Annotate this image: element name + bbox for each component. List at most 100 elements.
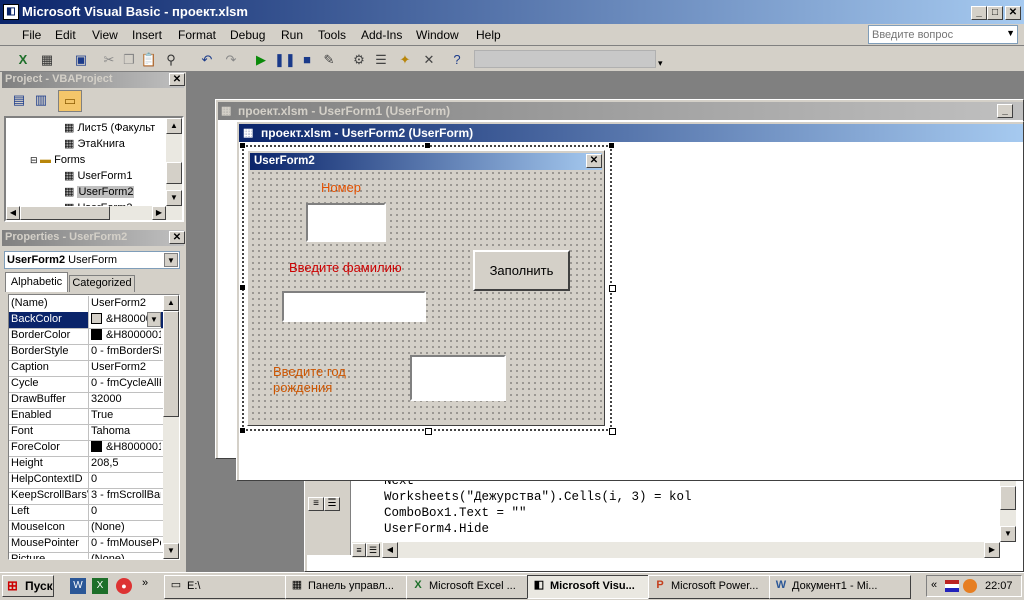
browser-quicklaunch-icon[interactable]: ● [116,578,132,594]
toolbar-overflow-icon[interactable]: ▾ [658,58,663,69]
scroll-right-arrow[interactable]: ▶ [152,206,166,220]
property-value[interactable]: 0 [89,472,161,488]
help-search-input[interactable] [869,26,1005,43]
property-value[interactable]: &H80000012 [89,440,161,456]
find-icon[interactable]: ⚲ [162,51,180,69]
excel-quicklaunch-icon[interactable]: X [92,578,108,594]
chevron-down-icon[interactable]: ▼ [164,253,178,267]
toggle-folders-icon[interactable]: ▭ [58,90,82,112]
property-row[interactable]: HelpContextID 0 [9,472,163,489]
property-row[interactable]: BorderColor&H80000012 [9,328,163,345]
language-flag-icon[interactable] [945,580,959,592]
paste-icon[interactable]: 📋 [140,51,158,69]
tray-app-icon[interactable] [963,579,977,593]
scroll-thumb[interactable] [166,162,182,184]
property-row[interactable]: Enabled True [9,408,163,425]
menu-format[interactable]: Format [178,26,216,44]
property-value[interactable]: UserForm2 [89,296,161,312]
property-grid[interactable]: (Name)UserForm2BackColor&H8000000F▼Borde… [8,294,180,560]
tab-categorized[interactable]: Categorized [69,275,135,292]
userform1-minimize-button[interactable]: _ [997,104,1013,118]
scroll-thumb[interactable] [163,311,179,417]
resize-handle[interactable] [240,285,245,290]
full-module-view-button[interactable]: ☰ [324,497,340,511]
resize-handle[interactable] [240,143,245,148]
run-icon[interactable]: ▶ [252,51,270,69]
start-button[interactable]: ⊞ Пуск [2,575,54,597]
minimize-button[interactable]: _ [971,6,987,20]
tree-item-thisworkbook[interactable]: ▦ ЭтаКнига [64,136,125,152]
property-row[interactable]: KeepScrollBarsVisible3 - fmScrollBarsBot… [9,488,163,505]
property-value[interactable]: True [89,408,161,424]
scroll-up-arrow[interactable]: ▲ [166,118,182,134]
design-mode-icon[interactable]: ✎ [320,51,338,69]
task-word[interactable]: W Документ1 - Mi... [769,575,911,599]
toolbox-icon[interactable]: ✕ [420,51,438,69]
menu-insert[interactable]: Insert [132,26,162,44]
property-value[interactable]: (None) [89,520,161,536]
tree-vertical-scrollbar[interactable]: ▲ ▼ [166,118,182,206]
property-row[interactable]: Picture (None) [9,552,163,559]
excel-view-icon[interactable]: X [14,51,32,69]
property-row[interactable]: Left 0 [9,504,163,521]
full-module-view-button[interactable]: ☰ [366,543,380,557]
property-row[interactable]: BorderStyle0 - fmBorderStyleNone [9,344,163,361]
textbox-number[interactable] [306,203,386,242]
property-value[interactable]: 0 - fmCycleAllForms [89,376,161,392]
scroll-up-arrow[interactable]: ▲ [163,295,179,311]
label-year[interactable]: Введите год рождения [273,364,371,396]
fill-button[interactable]: Заполнить [473,250,570,291]
design-form-close-button[interactable]: ✕ [586,154,602,168]
scroll-down-arrow[interactable]: ▼ [166,190,182,206]
chevron-down-icon[interactable]: ▼ [1006,28,1015,38]
menu-tools[interactable]: Tools [318,26,346,44]
property-grid-scrollbar[interactable]: ▲ ▼ [163,295,179,559]
tree-item-forms[interactable]: ⊟ ▬ Forms [30,152,85,168]
resize-handle[interactable] [425,428,432,435]
collapse-icon[interactable]: ⊟ [30,155,40,165]
menu-file[interactable]: File [22,26,41,44]
property-row[interactable]: Font Tahoma [9,424,163,441]
project-panel-close-button[interactable]: ✕ [169,73,185,86]
break-icon[interactable]: ❚❚ [274,51,296,69]
scroll-thumb[interactable] [20,206,110,220]
property-row[interactable]: ForeColor&H80000012 [9,440,163,457]
cut-icon[interactable]: ✂ [100,51,118,69]
help-icon[interactable]: ? [448,51,466,69]
property-value[interactable]: &H8000000F▼ [89,312,161,328]
vb-app-icon[interactable]: ◧ [3,4,19,20]
property-row[interactable]: (Name) UserForm2 [9,296,163,313]
menu-debug[interactable]: Debug [230,26,265,44]
property-value[interactable]: UserForm2 [89,360,161,376]
scroll-down-arrow[interactable]: ▼ [1000,526,1016,542]
project-explorer-icon[interactable]: ⚙ [350,51,368,69]
tree-item-sheet5[interactable]: ▦ Лист5 (Факульт [64,120,155,136]
resize-handle[interactable] [609,285,616,292]
property-value[interactable]: 0 [89,504,161,520]
save-icon[interactable]: ▣ [72,51,90,69]
menu-add-ins[interactable]: Add-Ins [361,26,402,44]
properties-window-icon[interactable]: ☰ [372,51,390,69]
scroll-left-arrow[interactable]: ◀ [382,542,398,558]
quicklaunch-overflow-icon[interactable]: » [142,577,148,589]
resize-handle[interactable] [609,428,616,435]
object-browser-icon[interactable]: ✦ [396,51,414,69]
tree-item-userform2[interactable]: ▦ UserForm2 [64,184,135,200]
property-row[interactable]: Height 208,5 [9,456,163,473]
scroll-right-arrow[interactable]: ▶ [984,542,1000,558]
menu-view[interactable]: View [92,26,118,44]
scroll-down-arrow[interactable]: ▼ [163,543,179,559]
tree-item-userform1[interactable]: ▦ UserForm1 [64,168,132,184]
menu-window[interactable]: Window [416,26,459,44]
property-value[interactable]: 0 - fmBorderStyleNone [89,344,161,360]
menu-help[interactable]: Help [476,26,501,44]
property-row[interactable]: MousePointer0 - fmMousePointerDefault [9,536,163,553]
resize-handle[interactable] [240,428,245,433]
label-surname[interactable]: Введите фамилию [289,260,402,275]
tab-alphabetic[interactable]: Alphabetic [5,272,68,292]
resize-handle[interactable] [425,143,430,148]
chevron-down-icon[interactable]: ▼ [147,312,161,327]
help-search-box[interactable]: ▼ [868,25,1018,44]
menu-run[interactable]: Run [281,26,303,44]
maximize-button[interactable]: □ [987,6,1003,20]
